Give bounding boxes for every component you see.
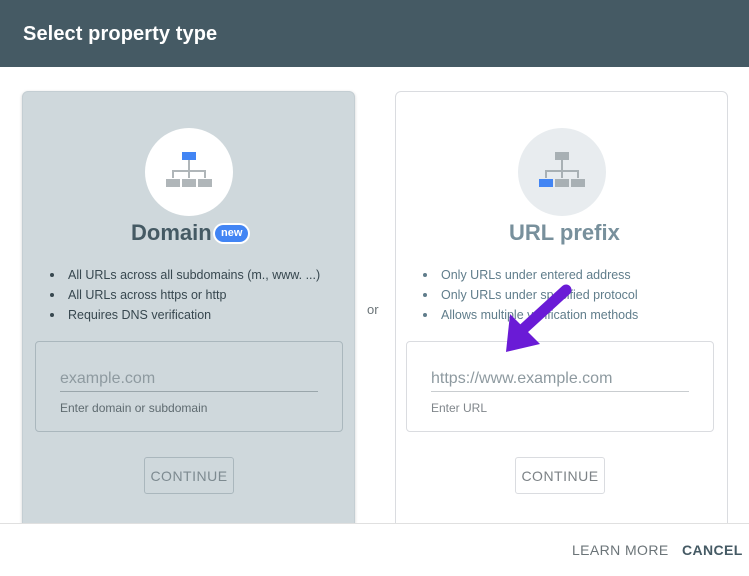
url-prefix-title: URL prefix <box>509 220 620 245</box>
list-item: All URLs across https or http <box>50 285 320 305</box>
sitemap-icon <box>166 152 212 187</box>
dialog-title: Select property type <box>23 23 218 45</box>
domain-icon-circle <box>145 128 233 216</box>
domain-input[interactable] <box>60 367 318 392</box>
or-separator: or <box>367 302 379 317</box>
sitemap-icon <box>539 152 585 187</box>
domain-bullet-list: All URLs across all subdomains (m., www.… <box>50 265 320 325</box>
url-prefix-input[interactable] <box>431 367 689 392</box>
purple-arrow-icon <box>506 284 572 352</box>
url-prefix-helper-text: Enter URL <box>431 401 488 415</box>
domain-helper-text: Enter domain or subdomain <box>60 401 208 415</box>
domain-title: Domain <box>131 220 212 245</box>
domain-continue-button[interactable]: CONTINUE <box>144 457 234 494</box>
url-prefix-continue-button[interactable]: CONTINUE <box>515 457 605 494</box>
learn-more-button[interactable]: LEARN MORE <box>572 542 669 558</box>
url-prefix-icon-circle <box>518 128 606 216</box>
domain-card[interactable]: Domain new All URLs across all subdomain… <box>22 91 355 551</box>
new-badge: new <box>215 225 249 242</box>
list-item: Requires DNS verification <box>50 305 320 325</box>
list-item: All URLs across all subdomains (m., www.… <box>50 265 320 285</box>
cancel-button[interactable]: CANCEL <box>682 542 743 558</box>
dialog-header: Select property type <box>0 0 749 67</box>
dialog-footer: LEARN MORE CANCEL <box>0 523 749 576</box>
domain-input-box: Enter domain or subdomain <box>35 341 343 432</box>
